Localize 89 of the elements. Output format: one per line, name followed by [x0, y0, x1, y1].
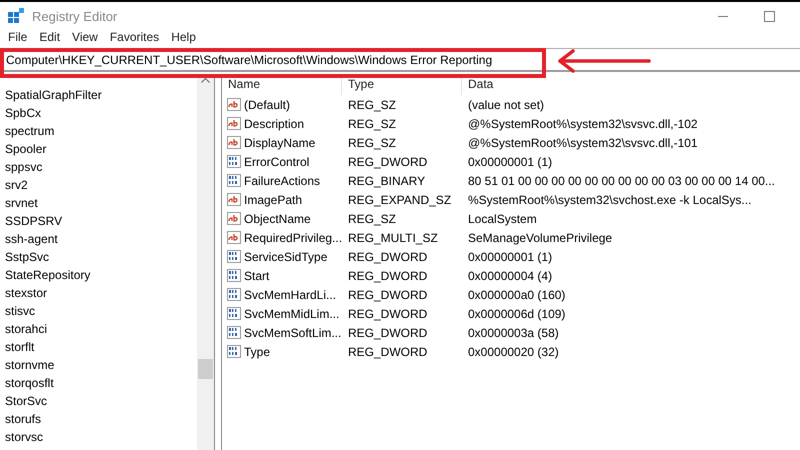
value-type: REG_DWORD — [347, 154, 428, 168]
value-type: REG_SZ — [347, 212, 398, 226]
string-value-icon — [227, 193, 241, 206]
value-name[interactable]: SvcMemSoftLim... — [244, 326, 342, 340]
scroll-thumb[interactable] — [198, 359, 213, 379]
value-data: 0x000000a0 (160) — [467, 288, 566, 302]
value-type: REG_DWORD — [347, 326, 428, 340]
value-type: REG_DWORD — [347, 344, 428, 358]
tree-item[interactable]: storufs — [5, 410, 197, 428]
string-value-icon — [227, 136, 241, 149]
column-header[interactable]: Type — [342, 74, 462, 95]
column-header[interactable]: Name — [222, 74, 342, 95]
value-type: REG_BINARY — [347, 174, 426, 188]
tree-item[interactable]: srv2 — [5, 176, 197, 194]
value-type: REG_SZ — [347, 98, 398, 112]
maximize-icon[interactable] — [764, 10, 774, 22]
value-name[interactable]: (Default) — [244, 98, 290, 112]
value-data: @%SystemRoot%\system32\svsvc.dll,-102 — [467, 116, 699, 130]
tree-item[interactable]: stornvme — [5, 356, 197, 374]
value-data: (value not set) — [467, 98, 546, 112]
tree-item[interactable]: srvnet — [5, 194, 197, 212]
tree-item[interactable]: spectrum — [5, 122, 197, 140]
menu-item[interactable]: Edit — [33, 30, 66, 44]
menu-item[interactable]: Help — [165, 30, 202, 44]
tree-item[interactable]: ssh-agent — [5, 230, 197, 248]
menu-item[interactable]: View — [66, 30, 104, 44]
binary-value-icon — [227, 174, 241, 187]
value-name[interactable]: DisplayName — [244, 136, 316, 150]
menu-item[interactable]: File — [2, 30, 34, 44]
value-type: REG_SZ — [347, 136, 398, 150]
value-data: 0x0000006d (109) — [467, 306, 566, 320]
value-name[interactable]: ErrorControl — [244, 154, 310, 168]
value-data: LocalSystem — [467, 212, 538, 226]
tree-item[interactable]: Spooler — [5, 140, 197, 158]
tree-item[interactable]: stexstor — [5, 284, 197, 302]
value-name[interactable]: SvcMemMidLim... — [244, 306, 340, 320]
binary-value-icon — [227, 307, 241, 320]
value-data: 0x00000020 (32) — [467, 344, 560, 358]
binary-value-icon — [227, 326, 241, 339]
value-name[interactable]: ObjectName — [244, 212, 311, 226]
tree-item[interactable]: storahci — [5, 320, 197, 338]
value-data: 0x00000001 (1) — [467, 154, 554, 168]
value-name[interactable]: RequiredPrivileg... — [244, 230, 342, 244]
tree-item[interactable]: SpbCx — [5, 104, 197, 122]
value-name[interactable]: Start — [244, 268, 270, 282]
menu-item[interactable]: Favorites — [104, 30, 166, 44]
value-data: 0x00000001 (1) — [467, 250, 554, 264]
value-type: REG_DWORD — [347, 288, 428, 302]
value-type: REG_DWORD — [347, 250, 428, 264]
string-value-icon — [227, 212, 241, 225]
tree-item[interactable]: SpatialGraphFilter — [5, 86, 197, 104]
value-name[interactable]: Description — [244, 116, 304, 130]
value-type: REG_DWORD — [347, 268, 428, 282]
value-data: 80 51 01 00 00 00 00 00 00 00 00 00 03 00 00 00 14 00... — [467, 174, 776, 188]
value-name[interactable]: ServiceSidType — [244, 250, 328, 264]
tree-item[interactable]: sppsvc — [5, 158, 197, 176]
value-type: REG_EXPAND_SZ — [347, 192, 452, 206]
tree-item[interactable]: storvsc — [5, 428, 197, 446]
binary-value-icon — [227, 155, 241, 168]
value-name[interactable]: Type — [244, 344, 270, 358]
value-data: @%SystemRoot%\system32\svsvc.dll,-101 — [467, 136, 699, 150]
tree-item[interactable]: stisvc — [5, 302, 197, 320]
binary-value-icon — [227, 250, 241, 263]
value-data: 0x0000003a (58) — [467, 326, 560, 340]
tree-item[interactable]: storqosflt — [5, 374, 197, 392]
value-type: REG_MULTI_SZ — [347, 230, 439, 244]
value-type: REG_SZ — [347, 116, 398, 130]
string-value-icon — [227, 231, 241, 244]
binary-value-icon — [227, 288, 241, 301]
value-data: 0x00000004 (4) — [467, 268, 554, 282]
window-title: Registry Editor — [32, 8, 118, 24]
value-type: REG_DWORD — [347, 306, 428, 320]
registry-icon — [8, 8, 24, 24]
tree-item[interactable]: SSDPSRV — [5, 212, 197, 230]
tree-item[interactable]: StateRepository — [5, 266, 197, 284]
value-name[interactable]: FailureActions — [244, 174, 320, 188]
binary-value-icon — [227, 269, 241, 282]
value-name[interactable]: ImagePath — [244, 192, 302, 206]
string-value-icon — [227, 117, 241, 130]
value-name[interactable]: SvcMemHardLi... — [244, 288, 336, 302]
tree-item[interactable]: StorSvc — [5, 392, 197, 410]
string-value-icon — [227, 98, 241, 111]
tree-item[interactable]: SstpSvc — [5, 248, 197, 266]
value-data: SeManageVolumePrivilege — [467, 230, 614, 244]
binary-value-icon — [227, 345, 241, 358]
tree-item[interactable]: storflt — [5, 338, 197, 356]
column-header[interactable]: Data — [462, 74, 800, 95]
scroll-up-icon[interactable] — [201, 78, 210, 83]
value-data: %SystemRoot%\system32\svchost.exe -k LocalSys... — [467, 192, 752, 206]
